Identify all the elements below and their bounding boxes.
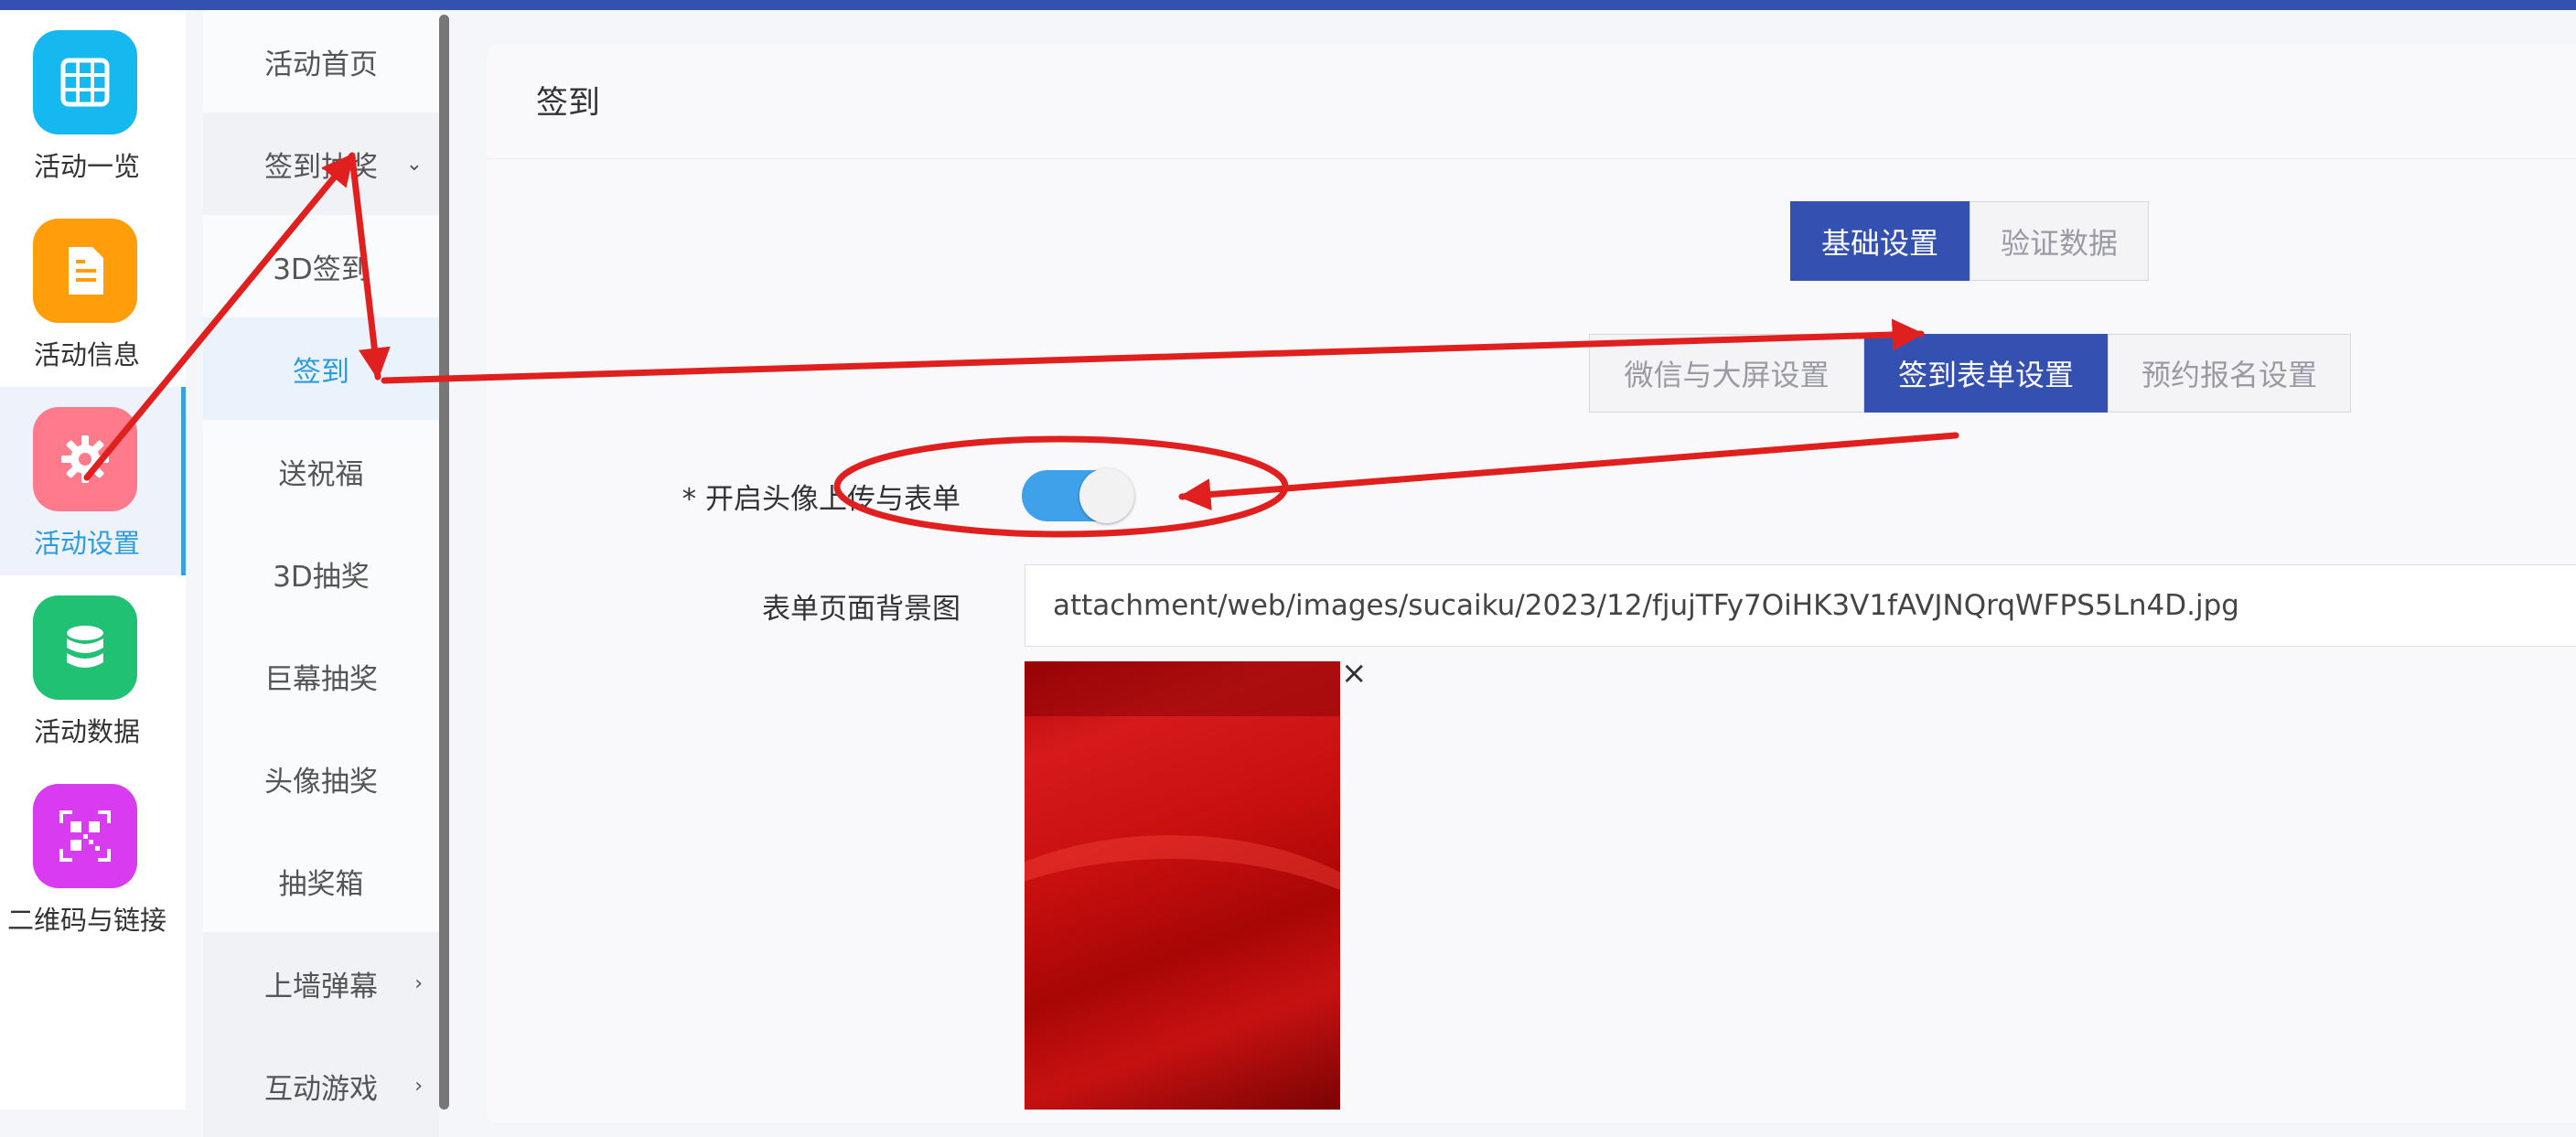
menu-label: 上墙弹幕 <box>264 970 378 1003</box>
rail-item-activity-info[interactable]: 活动信息 <box>0 198 186 387</box>
menu-item-signin[interactable]: 签到 <box>203 317 439 420</box>
grid-icon <box>33 30 137 134</box>
rail-label: 活动设置 <box>33 528 140 559</box>
menu-item-activity-home[interactable]: 活动首页 <box>203 10 439 113</box>
menu-item-3d-lottery[interactable]: 3D抽奖 <box>203 522 439 625</box>
title-divider <box>487 158 2576 159</box>
menu-label: 互动游戏 <box>264 1072 378 1106</box>
rail-item-activity-overview[interactable]: 活动一览 <box>0 10 186 198</box>
rail-label: 活动信息 <box>33 339 140 370</box>
toggle-knob <box>1079 468 1134 523</box>
tab-basic-settings[interactable]: 基础设置 <box>1790 201 1970 281</box>
app-rail: 活动一览 活动信息 活动设置 活动数据 二维码与链接 <box>0 10 186 1110</box>
top-accent-bar <box>0 0 2576 10</box>
rail-item-qr-and-link[interactable]: 二维码与链接 <box>0 764 186 952</box>
page-title: 签到 <box>536 85 601 122</box>
menu-item-blessing[interactable]: 送祝福 <box>203 420 439 522</box>
tab-verify-data[interactable]: 验证数据 <box>1970 201 2149 281</box>
menu-label: 头像抽奖 <box>264 765 378 799</box>
menu-label: 3D签到 <box>273 252 370 286</box>
background-image-preview <box>1025 661 1340 1110</box>
rail-label: 活动一览 <box>33 151 140 182</box>
menu-group-danmaku[interactable]: 上墙弹幕 › <box>203 932 439 1035</box>
close-icon[interactable]: × <box>1341 655 1368 692</box>
qr-code-icon <box>33 784 137 888</box>
menu-label: 3D抽奖 <box>273 560 370 594</box>
menu-label: 送祝福 <box>278 457 364 491</box>
rail-item-activity-data[interactable]: 活动数据 <box>0 575 186 764</box>
database-icon <box>33 595 137 700</box>
chevron-down-icon: ⌄ <box>405 152 423 176</box>
gear-icon <box>33 407 137 511</box>
menu-label: 活动首页 <box>264 48 378 81</box>
path-value: attachment/web/images/sucaiku/2023/12/fj… <box>1053 589 2239 622</box>
tab-wechat-screen-settings[interactable]: 微信与大屏设置 <box>1589 334 1864 413</box>
background-image-label: 表单页面背景图 <box>762 593 961 626</box>
tab-signin-form-settings[interactable]: 签到表单设置 <box>1864 334 2108 413</box>
chevron-right-icon: › <box>414 971 423 995</box>
rail-item-activity-settings[interactable]: 活动设置 <box>0 387 186 575</box>
menu-item-lottery-box[interactable]: 抽奖箱 <box>203 830 439 932</box>
chevron-right-icon: › <box>414 1074 423 1098</box>
menu-label: 抽奖箱 <box>278 867 364 901</box>
document-icon <box>33 219 137 323</box>
background-image-path-input[interactable]: attachment/web/images/sucaiku/2023/12/fj… <box>1025 564 2576 647</box>
menu-label: 签到 <box>293 355 349 389</box>
rail-label: 二维码与链接 <box>6 905 166 936</box>
menu-item-giant-screen-lottery[interactable]: 巨幕抽奖 <box>203 625 439 727</box>
avatar-upload-label: * 开启头像上传与表单 <box>682 483 961 516</box>
menu-label: 巨幕抽奖 <box>264 662 378 696</box>
menu-label: 签到抽奖 <box>264 150 378 184</box>
rail-label: 活动数据 <box>33 716 140 747</box>
submenu-scrollbar[interactable] <box>439 15 449 1110</box>
menu-group-games[interactable]: 互动游戏 › <box>203 1035 439 1137</box>
tab-reservation-settings[interactable]: 预约报名设置 <box>2108 334 2351 413</box>
menu-group-signin-lottery[interactable]: 签到抽奖 ⌄ <box>203 113 439 215</box>
sub-menu: 活动首页 签到抽奖 ⌄ 3D签到 签到 送祝福 3D抽奖 巨幕抽奖 头像抽奖 抽奖… <box>203 10 439 1137</box>
menu-item-3d-signin[interactable]: 3D签到 <box>203 215 439 317</box>
menu-item-avatar-lottery[interactable]: 头像抽奖 <box>203 727 439 830</box>
